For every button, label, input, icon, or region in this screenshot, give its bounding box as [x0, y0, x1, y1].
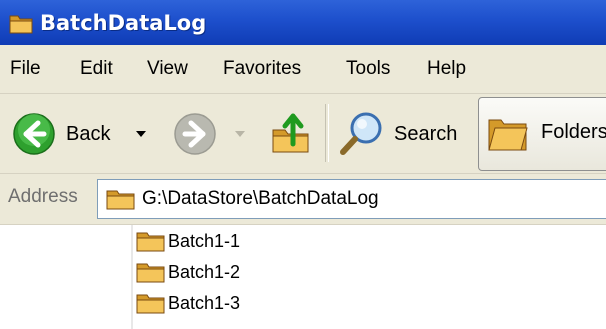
- folder-icon: [136, 263, 165, 283]
- list-item[interactable]: Batch1-3: [136, 291, 240, 315]
- forward-dropdown-icon[interactable]: [235, 131, 245, 137]
- window-title: BatchDataLog: [40, 10, 207, 35]
- toolbar-separator: [325, 104, 329, 162]
- back-dropdown-icon[interactable]: [136, 131, 146, 137]
- forward-arrow-icon: [174, 113, 216, 155]
- search-label: Search: [394, 122, 458, 145]
- pane-divider[interactable]: [131, 225, 133, 329]
- address-path: G:\DataStore\BatchDataLog: [142, 188, 379, 209]
- menu-file[interactable]: File: [10, 58, 41, 80]
- back-button[interactable]: Back: [12, 112, 110, 156]
- folders-icon: [488, 119, 528, 151]
- forward-button[interactable]: [173, 112, 217, 156]
- folder-name: Batch1-1: [168, 230, 241, 251]
- menu-view[interactable]: View: [147, 58, 188, 80]
- back-label: Back: [66, 122, 111, 145]
- menu-bar: File Edit View Favorites Tools Help: [0, 45, 606, 94]
- address-input[interactable]: G:\DataStore\BatchDataLog: [97, 179, 606, 219]
- title-bar[interactable]: BatchDataLog: [0, 0, 606, 45]
- menu-tools[interactable]: Tools: [346, 58, 390, 80]
- folders-label: Folders: [541, 121, 606, 143]
- search-icon: [340, 112, 382, 155]
- folder-icon: [136, 232, 165, 252]
- up-folder-button[interactable]: [271, 108, 311, 156]
- folder-icon: [106, 190, 135, 210]
- back-arrow-icon: [13, 113, 55, 155]
- menu-favorites[interactable]: Favorites: [223, 58, 301, 80]
- list-item[interactable]: Batch1-2: [136, 260, 240, 284]
- folder-icon: [136, 294, 165, 314]
- menu-edit[interactable]: Edit: [80, 58, 113, 80]
- folder-name: Batch1-2: [168, 261, 241, 282]
- folders-button[interactable]: Folders: [478, 97, 606, 171]
- search-button[interactable]: Search: [338, 110, 457, 158]
- file-list: Batch1-1 Batch1-2 Batch1-3: [0, 225, 606, 329]
- address-label: Address: [8, 186, 78, 207]
- folder-name: Batch1-3: [168, 292, 241, 313]
- menu-help[interactable]: Help: [427, 58, 466, 80]
- toolbar: Back Search Folders: [0, 94, 606, 174]
- address-bar: Address G:\DataStore\BatchDataLog: [0, 174, 606, 225]
- up-folder-icon: [272, 113, 309, 153]
- list-item[interactable]: Batch1-1: [136, 229, 240, 253]
- folder-icon: [9, 15, 33, 33]
